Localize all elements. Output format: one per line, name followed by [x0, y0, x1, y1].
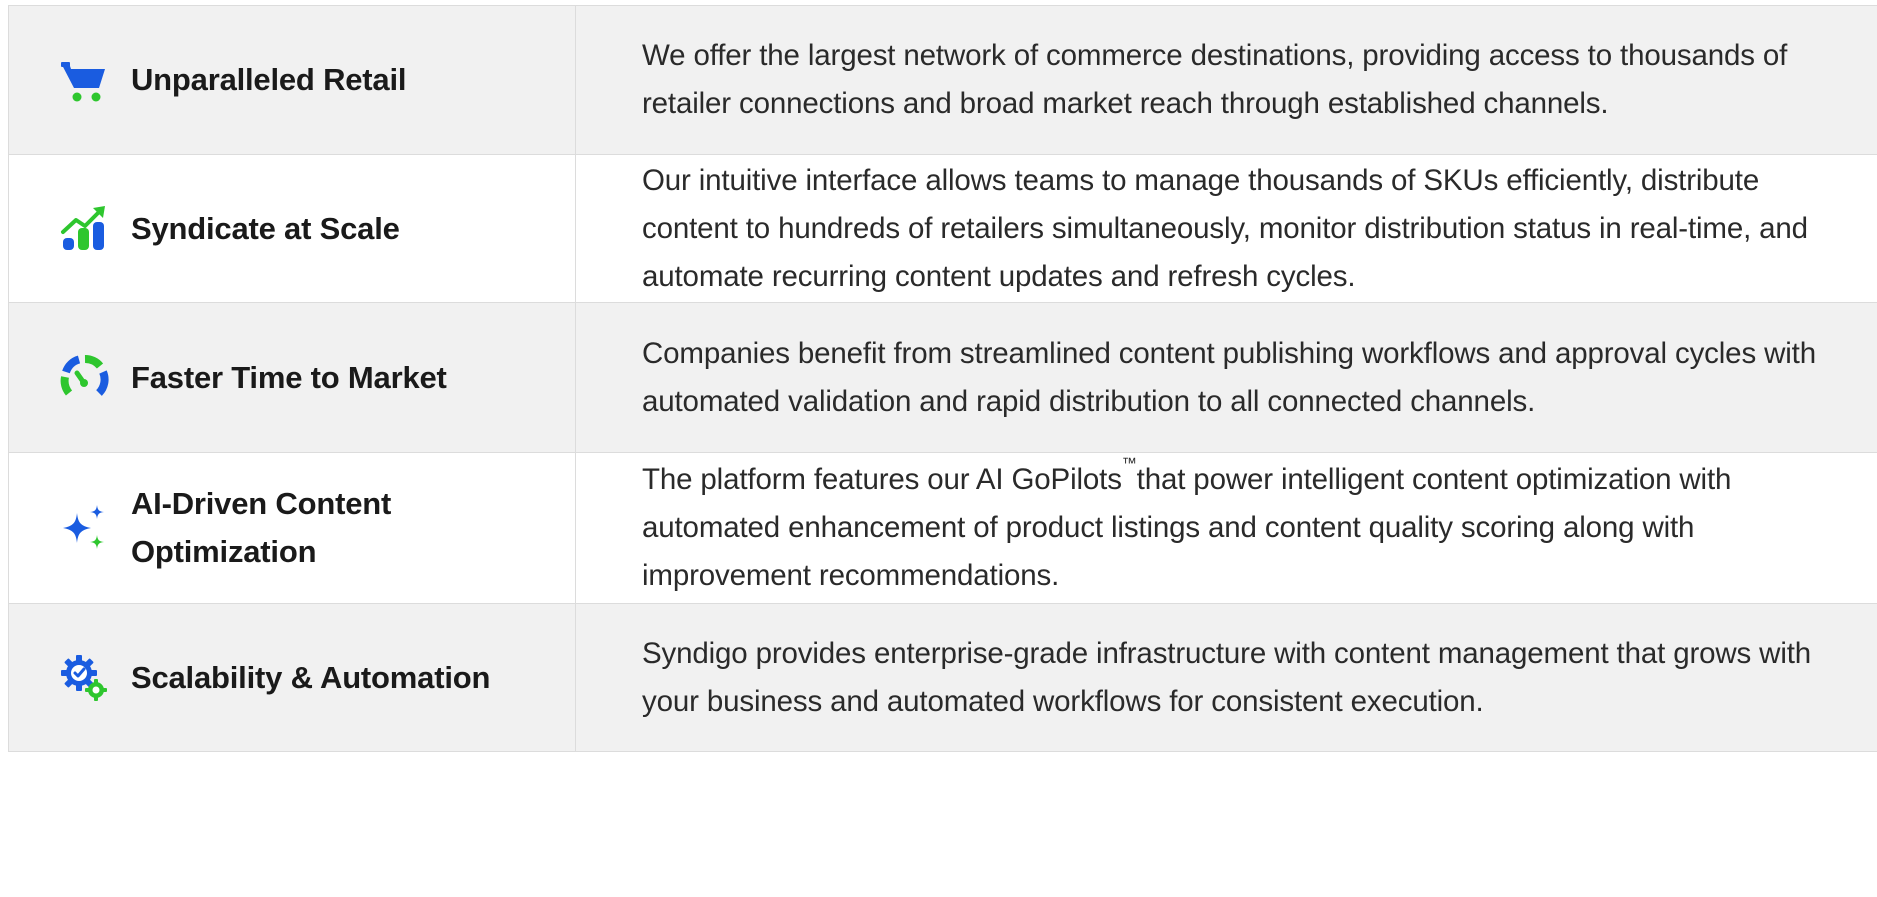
gears-icon [59, 653, 109, 703]
feature-description: Our intuitive interface allows teams to … [642, 163, 1808, 293]
feature-description: We offer the largest network of commerce… [642, 39, 1788, 120]
feature-name-cell: Scalability & Automation [9, 604, 576, 751]
feature-name-cell: Unparalleled Retail [9, 6, 576, 154]
feature-description-cell: The platform features our AI GoPilots™th… [576, 453, 1877, 603]
ai-sparkle-icon [59, 503, 109, 553]
feature-name-cell: Syndicate at Scale [9, 155, 576, 302]
feature-description-cell: We offer the largest network of commerce… [576, 6, 1877, 154]
feature-description-cell: Syndigo provides enterprise-grade infras… [576, 604, 1877, 751]
feature-name-cell: AI-Driven Content Optimization [9, 453, 576, 603]
feature-title: Unparalleled Retail [131, 62, 407, 97]
feature-title: AI-Driven Content Optimization [131, 486, 392, 569]
trademark-symbol: ™ [1121, 455, 1137, 472]
feature-description-start: The platform features our AI GoPilots [642, 463, 1122, 496]
table-row: Syndicate at Scale Our intuitive interfa… [9, 155, 1877, 303]
feature-description-cell: Our intuitive interface allows teams to … [576, 155, 1877, 302]
growth-chart-icon [59, 204, 109, 254]
feature-description: The platform features our AI GoPilots™th… [642, 455, 1842, 600]
feature-description: Syndigo provides enterprise-grade infras… [642, 636, 1812, 718]
table-row: Faster Time to Market Companies benefit … [9, 303, 1877, 453]
table-row: Scalability & Automation Syndigo provide… [9, 604, 1877, 752]
table-row: AI-Driven Content Optimization The platf… [9, 453, 1877, 604]
features-table: Unparalleled Retail We offer the largest… [8, 5, 1877, 752]
feature-title: Scalability & Automation [131, 659, 491, 695]
table-row: Unparalleled Retail We offer the largest… [9, 6, 1877, 155]
feature-title: Faster Time to Market [131, 359, 447, 395]
shopping-cart-icon [59, 55, 109, 105]
feature-title: Syndicate at Scale [131, 210, 400, 246]
feature-description: Companies benefit from streamlined conte… [642, 336, 1816, 418]
speedometer-icon [59, 353, 109, 403]
feature-description-cell: Companies benefit from streamlined conte… [576, 303, 1877, 452]
feature-name-cell: Faster Time to Market [9, 303, 576, 452]
